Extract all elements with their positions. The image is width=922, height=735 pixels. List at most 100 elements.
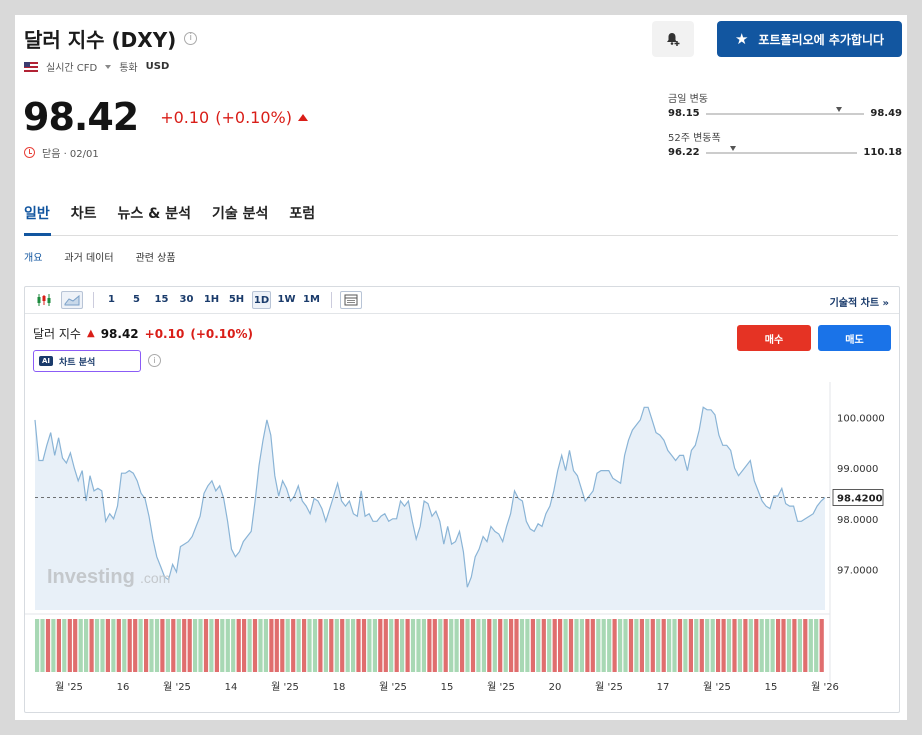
subtab-history[interactable]: 과거 데이터 [64,249,113,264]
chart-toolbar: 1 5 15 30 1H 5H 1D 1W 1M 기술적 차트 » [25,287,899,314]
timeframe-1[interactable]: 1 [102,291,121,309]
volume-bar [803,619,808,672]
volume-bar [209,619,214,672]
volume-bar [318,619,323,672]
volume-bar [258,619,263,672]
volume-bar [334,619,339,672]
volume-bar [62,619,67,672]
tab-technical[interactable]: 기술 분석 [212,203,268,223]
day-range-label: 금일 변동 [668,94,708,105]
info-icon[interactable]: i [184,32,198,45]
volume-bar [122,619,127,672]
volume-bar [73,619,78,672]
page-title: 달러 지수 (DXY) [24,28,177,52]
volume-bar [470,619,476,672]
volume-bar [519,619,525,672]
timeframe-30[interactable]: 30 [177,291,196,309]
volume-bar [710,619,715,672]
volume-bar [149,619,154,672]
candlestick-icon[interactable] [33,291,55,309]
x-tick-label: 월 '25 [379,681,407,693]
volume-bar [285,619,290,672]
ai-chart-analysis-button[interactable]: AI 차트 분석 [33,350,141,372]
volume-bar [40,619,45,672]
layout-icon[interactable] [340,291,362,309]
x-tick-label: 월 '25 [271,681,299,693]
volume-bar [726,619,732,672]
volume-bar [171,619,176,672]
volume-bar [808,619,813,672]
tab-chart[interactable]: 차트 [71,203,97,223]
tabs-divider [24,235,898,236]
volume-bar [498,619,503,672]
technical-chart-link[interactable]: 기술적 차트 » [830,294,889,309]
chevron-down-icon[interactable] [105,64,112,69]
volume-bar [672,619,677,672]
timeframe-5[interactable]: 5 [127,291,146,309]
volume-bar [263,619,268,672]
subtab-overview[interactable]: 개요 [24,249,42,264]
timeframe-5h[interactable]: 5H [227,291,246,309]
tab-news[interactable]: 뉴스 & 분석 [118,203,191,223]
area-chart-icon[interactable] [61,291,83,309]
volume-bar [492,619,497,672]
volume-bar [236,619,241,672]
volume-bar [819,619,824,672]
toolbar-separator [93,292,94,308]
tab-general[interactable]: 일반 [24,203,50,223]
subtab-related[interactable]: 관련 상품 [136,249,176,264]
volume-bar [481,619,486,672]
tab-forum[interactable]: 포럼 [289,203,315,223]
x-tick-label: 15 [765,682,778,693]
volume-bar [160,619,165,672]
volume-bar [329,619,334,672]
volume-bar [525,619,530,672]
timeframe-15[interactable]: 15 [152,291,171,309]
volume-bar [765,619,770,672]
closed-label: 닫음 · 02/01 [42,149,99,160]
price-chart[interactable]: Investing .com 98.4200 100.0000 99.0000 98.00… [25,382,899,712]
timeframe-1w[interactable]: 1W [277,291,296,309]
info-icon[interactable]: i [148,354,161,367]
bell-plus-icon [667,33,680,46]
y-tick-label: 97.0000 [837,565,878,576]
x-tick-label: 18 [333,682,346,693]
volume-bar [340,619,345,672]
toolbar-separator [331,292,332,308]
add-portfolio-button[interactable]: ★ 포트폴리오에 추가합니다 [717,21,902,57]
volume-bar [187,619,192,672]
volume-bar [623,619,628,672]
week52-range-bar [705,145,858,154]
x-tick-label: 15 [441,682,454,693]
volume-bar [231,619,236,672]
timeframe-1d[interactable]: 1D [252,291,271,309]
volume-bar [449,619,454,672]
volume-bar [252,619,258,672]
buy-button[interactable]: 매수 [737,325,811,351]
currency-value: USD [145,61,170,72]
ai-badge: AI [39,356,54,366]
title-row: 달러 지수 (DXY) i [24,24,198,53]
volume-bar [220,619,225,672]
volume-bar [421,619,426,672]
legend-change-pct: (+0.10%) [190,326,253,341]
sell-button[interactable]: 매도 [818,325,891,351]
realtime-label[interactable]: 실시간 CFD [46,59,97,74]
chart-widget: 1 5 15 30 1H 5H 1D 1W 1M 기술적 차트 » 달러 지수 ▲ 98.42 … [24,286,900,713]
price-chart-svg[interactable]: Investing .com 98.4200 100.0000 99.0000 98.00… [25,382,899,712]
volume-bar [394,619,399,672]
timeframe-1h[interactable]: 1H [202,291,221,309]
volume-bar [410,619,416,672]
last-price-label: 98.4200 [837,493,883,504]
volume-bar [705,619,710,672]
volume-bar [438,619,443,672]
volume-bar [225,619,230,672]
timeframe-1m[interactable]: 1M [302,291,321,309]
volume-bar [45,619,51,672]
volume-bar [389,619,394,672]
week52-range: 52주 변동폭 96.22 110.18 [668,129,902,158]
legend-change: +0.10 [144,326,185,341]
alert-button[interactable] [652,21,694,57]
volume-bar [165,619,170,672]
volume-bar [716,619,721,672]
